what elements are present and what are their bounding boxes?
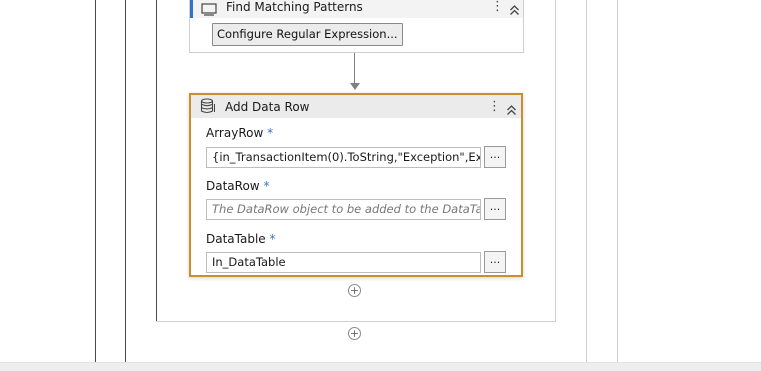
add-data-row-activity[interactable]: Add Data Row ⋮ ArrayRow * {in_Transactio… (189, 93, 523, 277)
database-icon (200, 98, 216, 119)
datarow-label: DataRow * (206, 179, 269, 193)
required-marker: * (263, 179, 270, 193)
add-data-row-title: Add Data Row (225, 100, 310, 114)
datarow-label-text: DataRow (206, 179, 260, 193)
flow-connector (354, 53, 355, 84)
configure-regular-expression-button[interactable]: Configure Regular Expression... (212, 23, 403, 46)
add-activity-icon[interactable]: + (348, 327, 361, 340)
arrayrow-label-text: ArrayRow (206, 126, 264, 140)
datatable-label: DataTable * (206, 232, 276, 246)
add-activity-icon[interactable]: + (348, 284, 361, 297)
arrow-down-icon (350, 83, 360, 90)
activity-menu-icon[interactable]: ⋮ (488, 100, 501, 114)
activity-menu-icon[interactable]: ⋮ (491, 0, 504, 14)
arrayrow-ellipsis-button[interactable]: ... (484, 146, 506, 168)
find-matching-patterns-activity[interactable]: Find Matching Patterns ⋮ Configure Regul… (189, 0, 524, 53)
add-data-row-header[interactable]: Add Data Row ⋮ (191, 95, 521, 118)
collapse-icon[interactable] (506, 101, 517, 120)
arrayrow-label: ArrayRow * (206, 126, 273, 140)
required-marker: * (269, 232, 276, 246)
container-bottom-border (156, 321, 556, 322)
find-matching-patterns-title: Find Matching Patterns (226, 0, 363, 14)
monitor-icon (201, 1, 217, 20)
datatable-label-text: DataTable (206, 232, 266, 246)
container-line-left (156, 0, 157, 322)
required-marker: * (267, 126, 274, 140)
panel-divider (617, 0, 618, 362)
arrayrow-input[interactable]: {in_TransactionItem(0).ToString,"Excepti… (206, 147, 481, 168)
outer-container-line-right (586, 0, 587, 362)
datatable-input[interactable]: In_DataTable (206, 252, 481, 273)
datarow-input[interactable]: The DataRow object to be added to the Da… (206, 199, 481, 220)
datatable-ellipsis-button[interactable]: ... (484, 251, 506, 273)
container-line-right (555, 0, 556, 322)
find-matching-patterns-header[interactable]: Find Matching Patterns ⋮ (190, 0, 523, 18)
collapse-icon[interactable] (509, 1, 520, 20)
datarow-ellipsis-button[interactable]: ... (484, 198, 506, 220)
outer-sequence-line-left (95, 0, 96, 362)
inner-sequence-line-left (125, 0, 126, 362)
